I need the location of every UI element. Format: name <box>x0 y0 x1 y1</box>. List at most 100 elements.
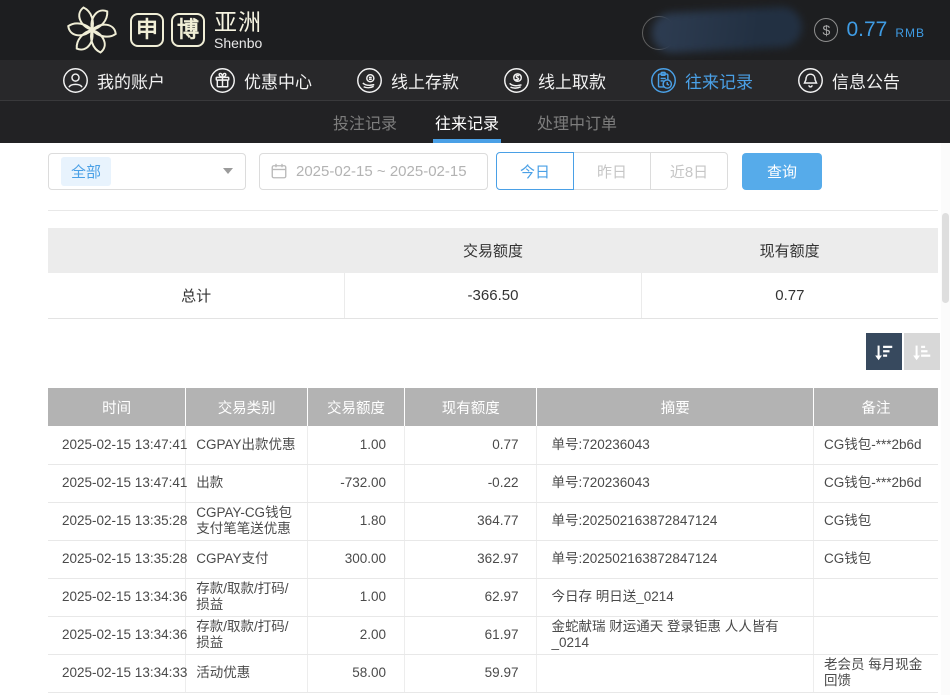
cell-balance: 362.97 <box>405 540 537 578</box>
cell-remark: CG钱包 <box>813 502 938 540</box>
header-type: 交易类别 <box>186 388 308 426</box>
nav-label: 优惠中心 <box>244 68 312 93</box>
nav-label: 线上取款 <box>538 68 606 93</box>
table-row: 2025-02-15 13:34:33 活动优惠 58.00 59.97 老会员… <box>48 654 938 692</box>
range-last8days-button[interactable]: 近8日 <box>650 152 728 190</box>
summary-header-row: 交易额度 现有额度 <box>48 228 938 273</box>
redacted-user-info <box>640 6 810 54</box>
cell-time: 2025-02-15 13:34:33 <box>48 654 186 692</box>
cell-remark: CG钱包-***2b6d <box>813 464 938 502</box>
logo-char-box: 申 <box>130 13 164 47</box>
table-row: 2025-02-15 13:34:36 存款/取款/打码/损益 1.00 62.… <box>48 578 938 616</box>
cell-balance: -0.22 <box>405 464 537 502</box>
tab-transaction-records[interactable]: 往来记录 <box>433 101 501 143</box>
cell-summary <box>537 654 814 692</box>
nav-label: 我的账户 <box>97 68 165 93</box>
header-balance: 现有额度 <box>405 388 537 426</box>
summary-total-label: 总计 <box>48 273 345 318</box>
logo-brand-text: Shenbo <box>214 36 262 50</box>
summary-header-empty <box>48 228 345 273</box>
cell-amount: 1.80 <box>308 502 405 540</box>
logo-region-text: 亚洲 <box>214 11 262 34</box>
nav-item-my-account[interactable]: 我的账户 <box>62 67 165 94</box>
records-table: 时间 交易类别 交易额度 现有额度 摘要 备注 2025-02-15 13:47… <box>48 388 938 693</box>
blur-redaction <box>651 6 803 54</box>
record-subtabs: 投注记录 往来记录 处理中订单 <box>0 100 950 143</box>
nav-item-announcements[interactable]: 信息公告 <box>797 67 900 94</box>
user-icon <box>62 67 89 94</box>
cell-amount: 2.00 <box>308 616 405 654</box>
dollar-icon: $ <box>814 18 838 42</box>
table-row: 2025-02-15 13:34:36 存款/取款/打码/损益 2.00 61.… <box>48 616 938 654</box>
sort-descending-button[interactable] <box>866 333 902 370</box>
header-remark: 备注 <box>813 388 938 426</box>
nav-label: 线上存款 <box>391 68 459 93</box>
cell-balance: 364.77 <box>405 502 537 540</box>
balance-currency: RMB <box>895 26 925 40</box>
summary-table: 交易额度 现有额度 总计 -366.50 0.77 <box>48 228 938 319</box>
quick-range-group: 今日 昨日 近8日 <box>496 152 728 190</box>
query-button[interactable]: 查询 <box>742 153 822 190</box>
nav-item-online-deposit[interactable]: 线上存款 <box>356 67 459 94</box>
cell-summary: 单号:202502163872847124 <box>537 540 814 578</box>
tab-betting-records[interactable]: 投注记录 <box>331 101 399 143</box>
transaction-records-page: 申 博 亚洲 Shenbo $ 0.77 RMB <box>0 0 950 695</box>
tab-processing-orders[interactable]: 处理中订单 <box>535 101 619 143</box>
cell-summary: 单号:720236043 <box>537 426 814 464</box>
logo-text: 亚洲 Shenbo <box>214 11 262 50</box>
main-navigation: 我的账户 优惠中心 <box>0 60 950 100</box>
cell-balance: 61.97 <box>405 616 537 654</box>
cell-time: 2025-02-15 13:35:28 <box>48 502 186 540</box>
account-balance: $ 0.77 RMB <box>814 0 925 60</box>
cell-amount: 1.00 <box>308 578 405 616</box>
summary-transaction-amount: -366.50 <box>345 273 642 318</box>
category-dropdown[interactable]: 全部 <box>48 153 246 190</box>
cell-remark <box>813 616 938 654</box>
header-summary: 摘要 <box>537 388 814 426</box>
cell-summary: 单号:720236043 <box>537 464 814 502</box>
range-today-button[interactable]: 今日 <box>496 152 574 190</box>
cell-summary: 今日存 明日送_0214 <box>537 578 814 616</box>
cell-time: 2025-02-15 13:35:28 <box>48 540 186 578</box>
sort-ascending-icon <box>911 341 933 363</box>
summary-header-current-balance: 现有额度 <box>641 228 938 273</box>
date-range-picker[interactable]: 2025-02-15 ~ 2025-02-15 <box>259 153 488 190</box>
cell-time: 2025-02-15 13:34:36 <box>48 616 186 654</box>
logo-characters: 申 博 <box>130 13 212 47</box>
cell-summary: 金蛇献瑞 财运通天 登录钜惠 人人皆有_0214 <box>537 616 814 654</box>
nav-item-online-withdrawal[interactable]: 线上取款 <box>503 67 606 94</box>
scrollbar-thumb[interactable] <box>942 213 949 303</box>
cell-remark: CG钱包-***2b6d <box>813 426 938 464</box>
cell-balance: 0.77 <box>405 426 537 464</box>
cell-remark <box>813 578 938 616</box>
cell-amount: 300.00 <box>308 540 405 578</box>
cell-amount: -732.00 <box>308 464 405 502</box>
table-row: 2025-02-15 13:35:28 CGPAY支付 300.00 362.9… <box>48 540 938 578</box>
gift-icon <box>209 67 236 94</box>
nav-item-transaction-records[interactable]: 往来记录 <box>650 67 753 94</box>
scrollbar[interactable] <box>941 143 950 695</box>
filter-bar: 全部 2025-02-15 ~ 2025-02-15 今日 昨日 近8日 查询 <box>48 152 822 190</box>
nav-item-promotions[interactable]: 优惠中心 <box>209 67 312 94</box>
records-icon <box>650 67 677 94</box>
category-selected-chip: 全部 <box>61 157 111 186</box>
table-row: 2025-02-15 13:47:41 CGPAY出款优惠 1.00 0.77 … <box>48 426 938 464</box>
cell-type: 存款/取款/打码/损益 <box>186 616 308 654</box>
cell-balance: 59.97 <box>405 654 537 692</box>
summary-total-row: 总计 -366.50 0.77 <box>48 273 938 318</box>
header-time: 时间 <box>48 388 186 426</box>
table-row: 2025-02-15 13:47:41 出款 -732.00 -0.22 单号:… <box>48 464 938 502</box>
table-row: 2025-02-15 13:35:28 CGPAY-CG钱包支付笔笔送优惠 1.… <box>48 502 938 540</box>
cell-type: 活动优惠 <box>186 654 308 692</box>
cell-remark: 老会员 每月现金回馈 <box>813 654 938 692</box>
section-divider <box>48 210 938 211</box>
range-yesterday-button[interactable]: 昨日 <box>573 152 651 190</box>
balance-amount: 0.77 <box>846 18 887 42</box>
cell-type: 出款 <box>186 464 308 502</box>
site-logo[interactable]: 申 博 亚洲 Shenbo <box>60 0 262 60</box>
nav-label: 信息公告 <box>832 68 900 93</box>
sort-ascending-button[interactable] <box>904 333 940 370</box>
sort-controls <box>866 333 940 370</box>
nav-label: 往来记录 <box>685 68 753 93</box>
calendar-icon <box>270 162 288 180</box>
